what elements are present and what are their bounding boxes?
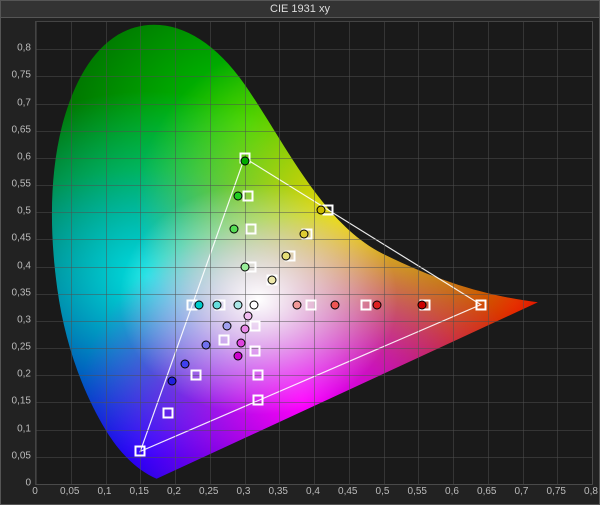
- y-tick-label: 0,45: [1, 233, 31, 244]
- y-tick-label: 0,3: [1, 314, 31, 325]
- measured-marker: [223, 322, 232, 331]
- measured-marker: [195, 300, 204, 309]
- target-marker: [242, 190, 253, 201]
- y-tick-label: 0,7: [1, 97, 31, 108]
- target-marker: [246, 223, 257, 234]
- measured-marker: [240, 325, 249, 334]
- y-tick-label: 0,15: [1, 396, 31, 407]
- x-tick-label: 0,05: [60, 486, 79, 497]
- target-marker: [249, 345, 260, 356]
- plot-area: [35, 21, 593, 485]
- x-axis: 0 0,05 0,1 0,15 0,2 0,25 0,3 0,35 0,4 0,45 0,5 0,55…: [35, 482, 591, 504]
- cie-chart: CIE 1931 xy 0 0,05 0,1 0,15 0,2 0,25 0,3 0,35 0,…: [0, 0, 600, 505]
- measured-marker: [230, 224, 239, 233]
- y-tick-label: 0,8: [1, 43, 31, 54]
- target-marker: [305, 299, 316, 310]
- measured-marker: [299, 229, 308, 238]
- x-tick-label: 0,2: [167, 486, 181, 497]
- y-tick-label: 0,05: [1, 450, 31, 461]
- target-marker: [361, 299, 372, 310]
- measured-marker: [268, 276, 277, 285]
- measured-marker: [316, 205, 325, 214]
- x-tick-label: 0,65: [477, 486, 496, 497]
- target-marker: [253, 370, 264, 381]
- measured-marker: [202, 341, 211, 350]
- x-tick-label: 0,55: [408, 486, 427, 497]
- measured-marker: [249, 301, 258, 310]
- y-axis: 00,050,10,150,20,250,30,350,40,450,50,55…: [1, 21, 35, 483]
- measured-marker: [372, 300, 381, 309]
- x-tick-label: 0,4: [306, 486, 320, 497]
- y-tick-label: 0,1: [1, 423, 31, 434]
- x-tick-label: 0,25: [199, 486, 218, 497]
- y-tick-label: 0,75: [1, 70, 31, 81]
- x-tick-label: 0,75: [547, 486, 566, 497]
- target-marker: [218, 334, 229, 345]
- x-tick-label: 0,7: [515, 486, 529, 497]
- target-marker: [249, 321, 260, 332]
- measured-marker: [243, 311, 252, 320]
- measured-marker: [233, 300, 242, 309]
- target-marker: [190, 370, 201, 381]
- target-marker: [135, 446, 146, 457]
- x-tick-label: 0,35: [269, 486, 288, 497]
- x-tick-label: 0: [32, 486, 38, 497]
- y-tick-label: 0: [1, 478, 31, 489]
- x-tick-label: 0,6: [445, 486, 459, 497]
- measured-marker: [233, 191, 242, 200]
- x-tick-label: 0,15: [130, 486, 149, 497]
- y-tick-label: 0,6: [1, 151, 31, 162]
- measured-marker: [240, 262, 249, 271]
- measured-marker: [417, 300, 426, 309]
- y-tick-label: 0,2: [1, 369, 31, 380]
- target-marker: [475, 299, 486, 310]
- x-tick-label: 0,8: [584, 486, 598, 497]
- y-tick-label: 0,5: [1, 206, 31, 217]
- target-marker: [253, 394, 264, 405]
- measured-marker: [212, 300, 221, 309]
- y-tick-label: 0,4: [1, 260, 31, 271]
- chart-title: CIE 1931 xy: [1, 1, 599, 18]
- measured-marker: [240, 156, 249, 165]
- measured-marker: [330, 300, 339, 309]
- x-tick-label: 0,5: [376, 486, 390, 497]
- y-tick-label: 0,35: [1, 287, 31, 298]
- y-tick-label: 0,25: [1, 342, 31, 353]
- x-tick-label: 0,45: [338, 486, 357, 497]
- y-tick-label: 0,65: [1, 124, 31, 135]
- measured-marker: [282, 251, 291, 260]
- measured-marker: [181, 360, 190, 369]
- x-tick-label: 0,1: [98, 486, 112, 497]
- target-marker: [163, 408, 174, 419]
- measured-marker: [292, 300, 301, 309]
- measured-marker: [237, 338, 246, 347]
- measured-marker: [233, 352, 242, 361]
- y-tick-label: 0,55: [1, 179, 31, 190]
- x-tick-label: 0,3: [237, 486, 251, 497]
- measured-marker: [167, 376, 176, 385]
